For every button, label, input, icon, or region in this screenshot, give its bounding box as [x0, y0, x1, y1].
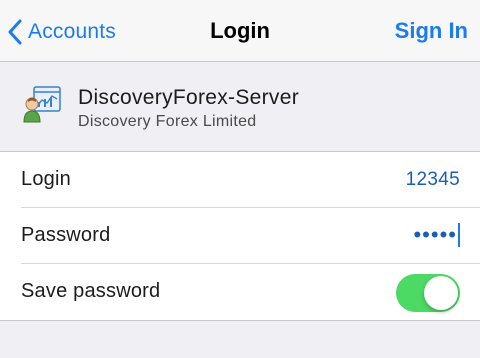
toggle-knob — [424, 276, 458, 310]
login-row[interactable]: Login 12345 — [0, 152, 480, 208]
text-cursor — [458, 223, 460, 247]
back-button[interactable]: Accounts — [8, 16, 116, 48]
login-input[interactable]: 12345 — [406, 169, 460, 191]
chevron-left-icon — [8, 19, 22, 45]
login-form: Login 12345 Password ••••• Save password — [0, 152, 480, 321]
save-password-toggle[interactable] — [396, 274, 460, 312]
save-password-row[interactable]: Save password — [0, 264, 480, 320]
password-label: Password — [21, 224, 111, 246]
navigation-bar: Accounts Login Sign In — [0, 0, 480, 62]
server-company: Discovery Forex Limited — [78, 113, 257, 130]
password-input[interactable]: ••••• — [413, 222, 460, 248]
login-label: Login — [21, 168, 71, 190]
back-button-label: Accounts — [28, 20, 116, 43]
save-password-label: Save password — [21, 280, 161, 302]
server-name: DiscoveryForex-Server — [78, 86, 300, 109]
server-account-icon — [23, 86, 61, 123]
sign-in-button[interactable]: Sign In — [395, 18, 468, 44]
password-row[interactable]: Password ••••• — [0, 208, 480, 264]
password-masked-value: ••••• — [413, 222, 457, 247]
server-info-panel: DiscoveryForex-Server Discovery Forex Li… — [0, 62, 480, 152]
